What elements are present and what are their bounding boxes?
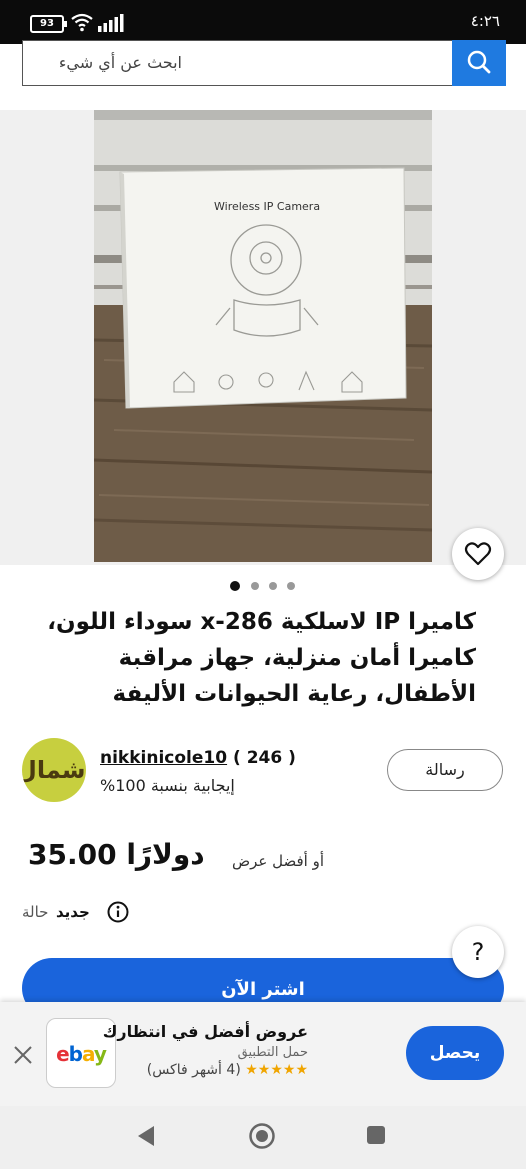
recents-icon[interactable] xyxy=(366,1125,388,1147)
banner-reviews: (4 أشهر فاكس) xyxy=(146,1062,241,1078)
box-label: Wireless IP Camera xyxy=(214,200,321,213)
home-icon[interactable] xyxy=(248,1122,276,1150)
product-title: كاميرا IP لاسلكية x-286 سوداء اللون، كام… xyxy=(47,609,476,707)
seller-feedback-count: ( 246 ) xyxy=(233,748,296,768)
best-offer-text: أو أفضل عرض xyxy=(232,852,325,870)
seller-name[interactable]: nikkinicole10 ( 246 ) xyxy=(100,748,296,768)
wifi-icon xyxy=(71,13,93,32)
info-icon[interactable] xyxy=(106,900,130,924)
image-gallery[interactable]: Wireless IP Camera xyxy=(0,110,526,565)
status-bar: 93 ٤:٢٦ xyxy=(0,0,526,44)
app-banner: ebay عروض أفضل في انتظارك حمل التطبيق ★★… xyxy=(0,1002,526,1106)
clock: ٤:٢٦ xyxy=(470,12,500,30)
back-icon[interactable] xyxy=(134,1124,158,1148)
dot-1[interactable] xyxy=(230,581,240,591)
condition-row: حالة جديد xyxy=(22,900,222,926)
price: 35.00 دولارًا xyxy=(28,838,205,871)
seller-username[interactable]: nikkinicole10 xyxy=(100,748,227,768)
close-icon[interactable] xyxy=(12,1044,34,1066)
system-nav-bar xyxy=(0,1106,526,1169)
banner-text: عروض أفضل في انتظارك حمل التطبيق ★★★★★ (… xyxy=(102,1022,309,1078)
battery-level: 93 xyxy=(40,18,54,29)
banner-subtitle: حمل التطبيق xyxy=(237,1045,308,1060)
avatar-text: شمال xyxy=(22,756,86,784)
search-button[interactable] xyxy=(452,40,506,86)
watch-button[interactable] xyxy=(452,528,504,580)
message-button[interactable]: رسالة xyxy=(387,749,503,791)
price-row: 35.00 دولارًا أو أفضل عرض xyxy=(28,838,498,878)
search-placeholder: ابحث عن أي شيء xyxy=(58,53,182,72)
star-rating-icon: ★★★★★ xyxy=(245,1062,309,1078)
banner-title: عروض أفضل في انتظارك xyxy=(102,1022,308,1041)
help-button[interactable]: ? xyxy=(452,926,504,978)
heart-icon xyxy=(464,542,492,566)
signal-icon xyxy=(98,14,124,32)
search-input[interactable]: ابحث عن أي شيء xyxy=(22,40,452,86)
dot-4[interactable] xyxy=(287,582,295,590)
dot-3[interactable] xyxy=(269,582,277,590)
seller-rating: إيجابية بنسبة 100% xyxy=(100,776,235,795)
condition-label: حالة xyxy=(22,903,49,921)
seller-avatar[interactable]: شمال xyxy=(22,738,86,802)
gallery-dots xyxy=(228,580,298,594)
dot-2[interactable] xyxy=(251,582,259,590)
get-app-button[interactable]: يحصل xyxy=(406,1026,504,1080)
search-icon xyxy=(467,50,491,74)
banner-rating: ★★★★★ (4 أشهر فاكس) xyxy=(103,1062,309,1078)
condition-value: جديد xyxy=(56,903,90,921)
battery-icon: 93 xyxy=(30,15,67,33)
product-photo[interactable]: Wireless IP Camera xyxy=(94,110,432,562)
